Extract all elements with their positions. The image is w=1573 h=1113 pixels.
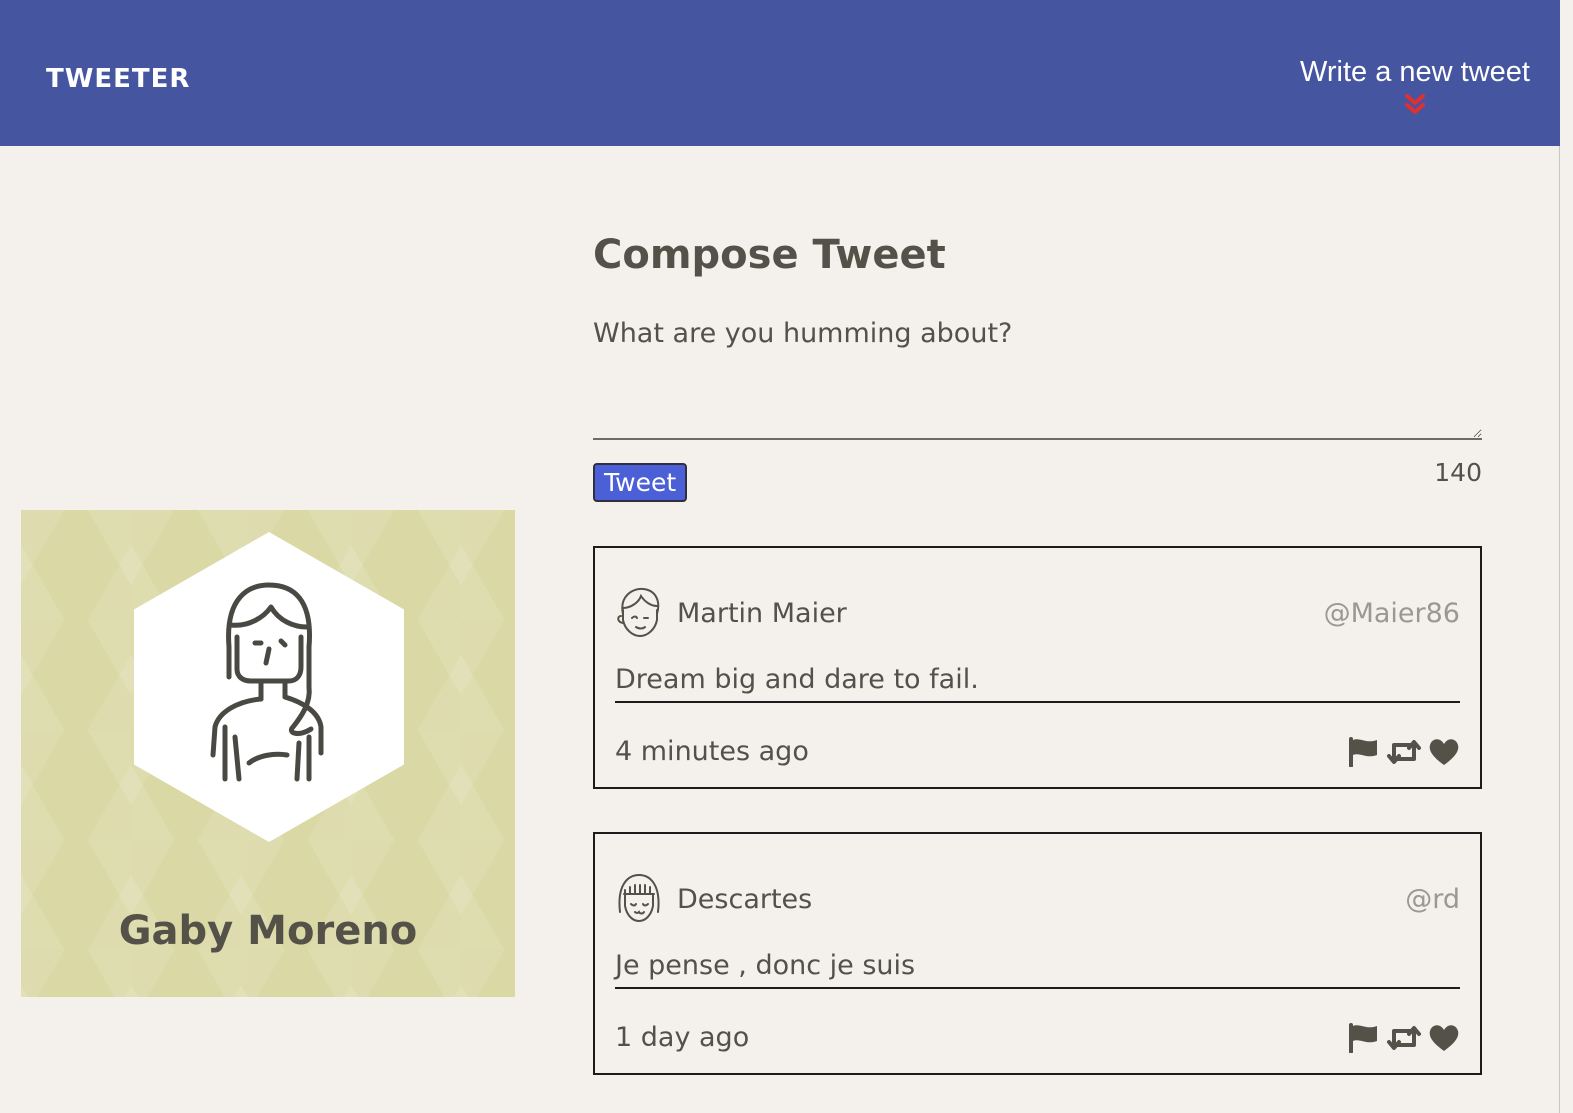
- page-scrollbar[interactable]: [1559, 0, 1573, 1113]
- retweet-icon[interactable]: [1386, 737, 1422, 771]
- compose-title: Compose Tweet: [593, 232, 946, 278]
- heart-icon[interactable]: [1428, 737, 1460, 771]
- tweet-header: Descartes @rd: [615, 872, 1460, 928]
- tweet-timestamp: 1 day ago: [615, 1022, 750, 1053]
- write-new-tweet-label: Write a new tweet: [1300, 56, 1530, 88]
- top-navbar: TWEETER Write a new tweet: [0, 0, 1560, 146]
- tweet-header: Martin Maier @Maier86: [615, 586, 1460, 642]
- logo: TWEETER: [46, 64, 191, 94]
- female-avatar-icon: [618, 873, 660, 923]
- flag-icon[interactable]: [1348, 1023, 1380, 1057]
- tweet-actions: [1348, 1023, 1460, 1057]
- character-counter: 140: [1434, 458, 1482, 487]
- tweet-submit-button[interactable]: Tweet: [593, 463, 688, 502]
- tweet-text: Dream big and dare to fail.: [615, 664, 1460, 703]
- tweet-author-name: Descartes: [677, 884, 813, 915]
- tweet-actions: [1348, 737, 1460, 771]
- compose-tweet-textarea[interactable]: [593, 360, 1482, 440]
- tweet-text: Je pense , donc je suis: [615, 950, 1460, 989]
- tweet-card: Martin Maier @Maier86 Dream big and dare…: [593, 546, 1482, 789]
- profile-name: Gaby Moreno: [118, 908, 418, 954]
- heart-icon[interactable]: [1428, 1023, 1460, 1057]
- tweet-author-name: Martin Maier: [677, 598, 847, 629]
- flag-icon[interactable]: [1348, 737, 1380, 771]
- write-new-tweet-toggle[interactable]: Write a new tweet: [1300, 56, 1530, 115]
- compose-prompt-label: What are you humming about?: [593, 318, 1013, 349]
- male-avatar-icon: [617, 587, 660, 638]
- tweet-author-handle: @rd: [1405, 884, 1460, 915]
- retweet-icon[interactable]: [1386, 1023, 1422, 1057]
- tweet-author-handle: @Maier86: [1323, 598, 1460, 629]
- double-chevron-down-icon: [1405, 94, 1426, 114]
- tweet-card: Descartes @rd Je pense , donc je suis 1 …: [593, 832, 1482, 1075]
- user-profile-card: Gaby Moreno: [21, 510, 515, 997]
- profile-avatar-frame: [134, 532, 404, 842]
- tweet-timestamp: 4 minutes ago: [615, 736, 809, 767]
- user-avatar-icon: [210, 582, 324, 782]
